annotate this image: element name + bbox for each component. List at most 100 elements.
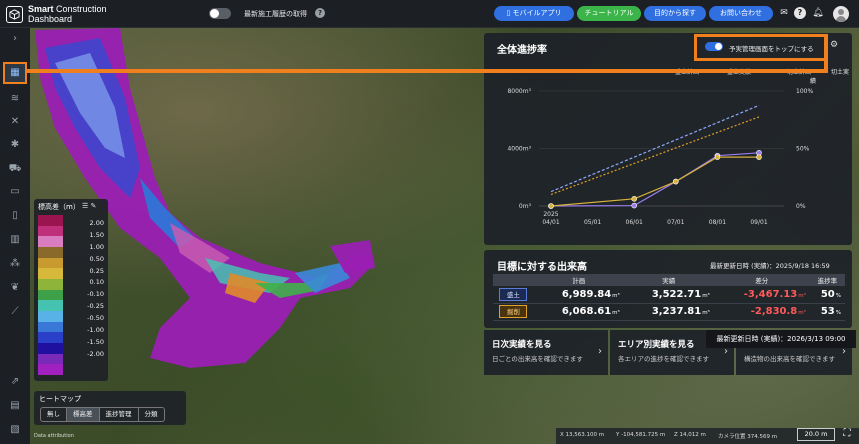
bar-chart-icon[interactable]: ▥: [8, 233, 22, 247]
legend-swatch: [38, 225, 63, 237]
output-table: 計画 実績 差分 進捗率 盛土 6,989.84m³ 3,522.71m³ -3,467.1…: [493, 274, 845, 321]
line-chart-icon[interactable]: ⟋: [8, 305, 22, 319]
legend-label: 0.25: [89, 266, 104, 275]
series-point: [673, 178, 679, 185]
table-cell-actual: 3,522.71m³: [623, 286, 714, 304]
document-icon[interactable]: ▤: [8, 399, 22, 413]
y-right-tick-label: 50%: [796, 146, 810, 153]
progress-chart-icon[interactable]: ▦: [8, 66, 22, 80]
coord-y: Y -104,581.725 m: [616, 432, 666, 438]
heatmap-mode-進捗管理[interactable]: 進捗管理: [100, 408, 139, 421]
heatmap-mode-selector: 無し 標高差 進捗管理 分類: [40, 407, 165, 422]
history-toggle[interactable]: [209, 8, 231, 19]
app-logo[interactable]: Smart Construction Dashboard: [6, 4, 107, 24]
x-tick-label: 04/01: [542, 219, 559, 226]
category-badge: 掘削: [499, 305, 528, 318]
legend-labels: 2.00 1.50 1.00 0.50 0.25 0.10 -0.10 -0.25 -0.50 -…: [64, 219, 104, 362]
heatmap-title: ヒートマップ: [39, 395, 81, 403]
daily-results-card[interactable]: 日次実績を見る 日ごとの出来高を確認できます ›: [484, 330, 608, 375]
series-point: [714, 154, 721, 160]
legend-swatch: [38, 364, 63, 376]
series-line: [550, 156, 759, 207]
help-icon[interactable]: ?: [794, 7, 806, 19]
bell-icon[interactable]: 🔔︎: [812, 7, 824, 19]
settings-gear-icon[interactable]: ✱: [8, 138, 22, 152]
heatmap-mode-無し[interactable]: 無し: [41, 408, 67, 421]
elevation-legend: 標高差（m） ☰ ✎ 2.00 1.50 1.00 0.50 0.25 0.10 -0.10…: [34, 199, 108, 381]
leaf-icon[interactable]: ❦: [8, 281, 22, 295]
table-header: [493, 274, 534, 286]
folder-icon[interactable]: ▭: [8, 185, 22, 199]
layers-icon[interactable]: ≋: [8, 92, 22, 106]
camera-position: カメラ位置 374.569 m: [718, 434, 778, 440]
legend-swatch: [38, 257, 63, 269]
coord-z: Z 14,012 m: [674, 432, 706, 438]
legend-label: 1.00: [89, 242, 104, 251]
legend-label: -2.00: [87, 349, 104, 358]
machine-icon[interactable]: ⛟: [8, 162, 22, 176]
gear-icon[interactable]: ⚙: [830, 40, 838, 50]
legend-label: 2.00: [89, 219, 104, 227]
overall-progress-panel: 全体進捗率 予実管理画面をトップにする ⚙ 盛土計画盛土実績切土計画切土実績 0…: [484, 33, 852, 245]
legend-swatch: [38, 321, 63, 333]
series-point: [756, 154, 762, 160]
table-cell: 掘削: [493, 303, 534, 321]
data-attribution-link[interactable]: Data attribution: [34, 433, 74, 439]
device-icon[interactable]: ▯: [8, 209, 22, 223]
updated-time-tooltip: 最新更新日時 (実績)：2026/3/13 09:00: [706, 330, 856, 348]
people-icon[interactable]: ⁂: [8, 257, 22, 271]
category-badge: 盛土: [499, 287, 528, 301]
series-point: [631, 202, 637, 209]
unit-label: m³: [798, 292, 806, 299]
table-header: 計画: [533, 274, 624, 286]
contact-button[interactable]: お問い合わせ: [709, 6, 773, 21]
find-by-purpose-button[interactable]: 目的から探す: [644, 6, 706, 21]
legend-label: 0.10: [89, 278, 104, 287]
legend-label: -0.10: [87, 290, 104, 299]
table-cell-plan: 6,989.84m³: [533, 286, 624, 304]
user-avatar[interactable]: [833, 6, 849, 22]
tools-icon[interactable]: ✕: [8, 115, 22, 129]
output-updated-time: 最新更新日時 (実績)：2025/9/18 16:59: [710, 262, 830, 270]
mail-icon[interactable]: ✉: [778, 7, 790, 19]
table-row: 盛土 6,989.84m³ 3,522.71m³ -3,467.13m³ 50%: [493, 286, 845, 304]
y-tick-label: 4000m³: [507, 146, 531, 153]
tutorial-button[interactable]: チュートリアル: [577, 6, 641, 21]
legend-label: -1.00: [87, 326, 104, 335]
table-cell-actual: 3,237.81m³: [623, 303, 714, 321]
mobile-app-button[interactable]: ▯ モバイルアプリ: [494, 6, 574, 21]
fullscreen-icon[interactable]: ⛶: [841, 428, 853, 440]
legend-color-bar: [38, 215, 63, 376]
unit-label: m³: [612, 292, 620, 299]
legend-label: 0.50: [89, 254, 104, 263]
x-tick-label: 07/01: [667, 219, 684, 226]
logo-cube-icon: [6, 5, 23, 23]
legend-label: -0.50: [87, 314, 104, 323]
x-tick-label: 08/01: [709, 219, 726, 226]
expand-chevron-icon[interactable]: ›: [8, 32, 22, 46]
external-link-icon[interactable]: ⇗: [8, 375, 22, 389]
table-header: 進捗率: [809, 274, 845, 286]
unit-label: m³: [798, 310, 806, 316]
heatmap-mode-分類[interactable]: 分類: [139, 408, 164, 421]
table-header: 差分: [713, 274, 810, 286]
x-tick-label: 09/01: [750, 219, 767, 226]
legend-label: 1.50: [89, 230, 104, 239]
y-right-tick-label: 100%: [796, 88, 813, 95]
heatmap-mode-標高差[interactable]: 標高差: [67, 408, 100, 421]
series-point: [548, 203, 554, 209]
list-icon[interactable]: ☰: [82, 202, 88, 210]
help-circle-icon[interactable]: ?: [315, 8, 325, 18]
x-tick-label: 05/01: [584, 219, 601, 226]
history-label: 最新施工履歴の取得: [244, 10, 307, 18]
highlight-box: [694, 34, 827, 61]
legend-swatch: [38, 215, 63, 226]
report-icon[interactable]: ▧: [8, 423, 22, 437]
legend-swatch: [38, 247, 63, 258]
edit-pencil-icon[interactable]: ✎: [91, 202, 97, 210]
legend-swatch: [38, 343, 63, 354]
y-tick-label: 0m³: [519, 203, 532, 210]
heatmap-mode-panel: ヒートマップ 無し 標高差 進捗管理 分類: [34, 391, 186, 425]
unit-label: m³: [612, 310, 620, 316]
y-right-tick-label: 0%: [796, 203, 806, 210]
